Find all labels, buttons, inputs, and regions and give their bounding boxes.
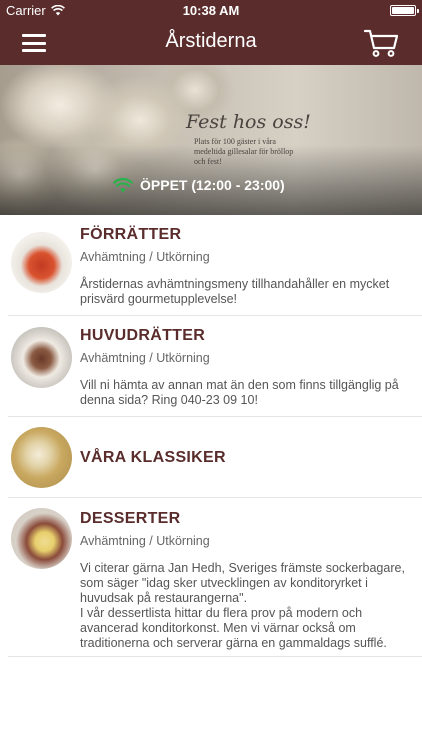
category-subtitle: Avhämtning / Utkörning bbox=[80, 250, 210, 264]
main-course-thumbnail bbox=[11, 327, 72, 388]
category-item-desserter[interactable]: DESSERTER Avhämtning / Utkörning Vi cite… bbox=[8, 498, 422, 657]
hero-banner[interactable]: Fest hos oss! Plats för 100 gäster i vår… bbox=[0, 65, 422, 215]
category-description: Vill ni hämta av annan mat än den som fi… bbox=[80, 378, 399, 407]
open-status: ÖPPET (12:00 - 23:00) bbox=[113, 177, 285, 193]
shopping-cart-icon[interactable] bbox=[364, 28, 400, 58]
category-description: Vi citerar gärna Jan Hedh, Sveriges främ… bbox=[80, 561, 405, 650]
category-description: Årstidernas avhämtningsmeny tillhandahål… bbox=[80, 277, 390, 306]
clock: 10:38 AM bbox=[182, 3, 240, 18]
category-item-vara-klassiker[interactable]: VÅRA KLASSIKER bbox=[8, 417, 422, 498]
category-title: HUVUDRÄTTER bbox=[80, 327, 206, 344]
dessert-thumbnail bbox=[11, 508, 72, 569]
category-title: FÖRRÄTTER bbox=[80, 226, 182, 243]
category-subtitle: Avhämtning / Utkörning bbox=[80, 534, 210, 548]
nav-bar: Årstiderna bbox=[0, 20, 422, 65]
category-item-forratter[interactable]: FÖRRÄTTER Avhämtning / Utkörning Årstide… bbox=[8, 215, 422, 316]
category-title: VÅRA KLASSIKER bbox=[80, 449, 226, 466]
page-title: Årstiderna bbox=[165, 30, 257, 52]
battery-icon bbox=[390, 5, 419, 16]
status-bar: Carrier 10:38 AM bbox=[0, 0, 422, 20]
wifi-signal-icon bbox=[113, 177, 133, 192]
category-subtitle: Avhämtning / Utkörning bbox=[80, 351, 210, 365]
category-item-huvudratter[interactable]: HUVUDRÄTTER Avhämtning / Utkörning Vill … bbox=[8, 316, 422, 417]
category-list: FÖRRÄTTER Avhämtning / Utkörning Årstide… bbox=[0, 215, 422, 657]
banner-tagline: Plats för 100 gäster i våra medeltida gi… bbox=[194, 137, 294, 166]
classic-dish-thumbnail bbox=[11, 427, 72, 488]
banner-headline: Fest hos oss! bbox=[186, 111, 311, 133]
category-title: DESSERTER bbox=[80, 510, 181, 527]
lobster-dish-thumbnail bbox=[11, 232, 72, 293]
open-hours-label: ÖPPET (12:00 - 23:00) bbox=[140, 177, 285, 193]
